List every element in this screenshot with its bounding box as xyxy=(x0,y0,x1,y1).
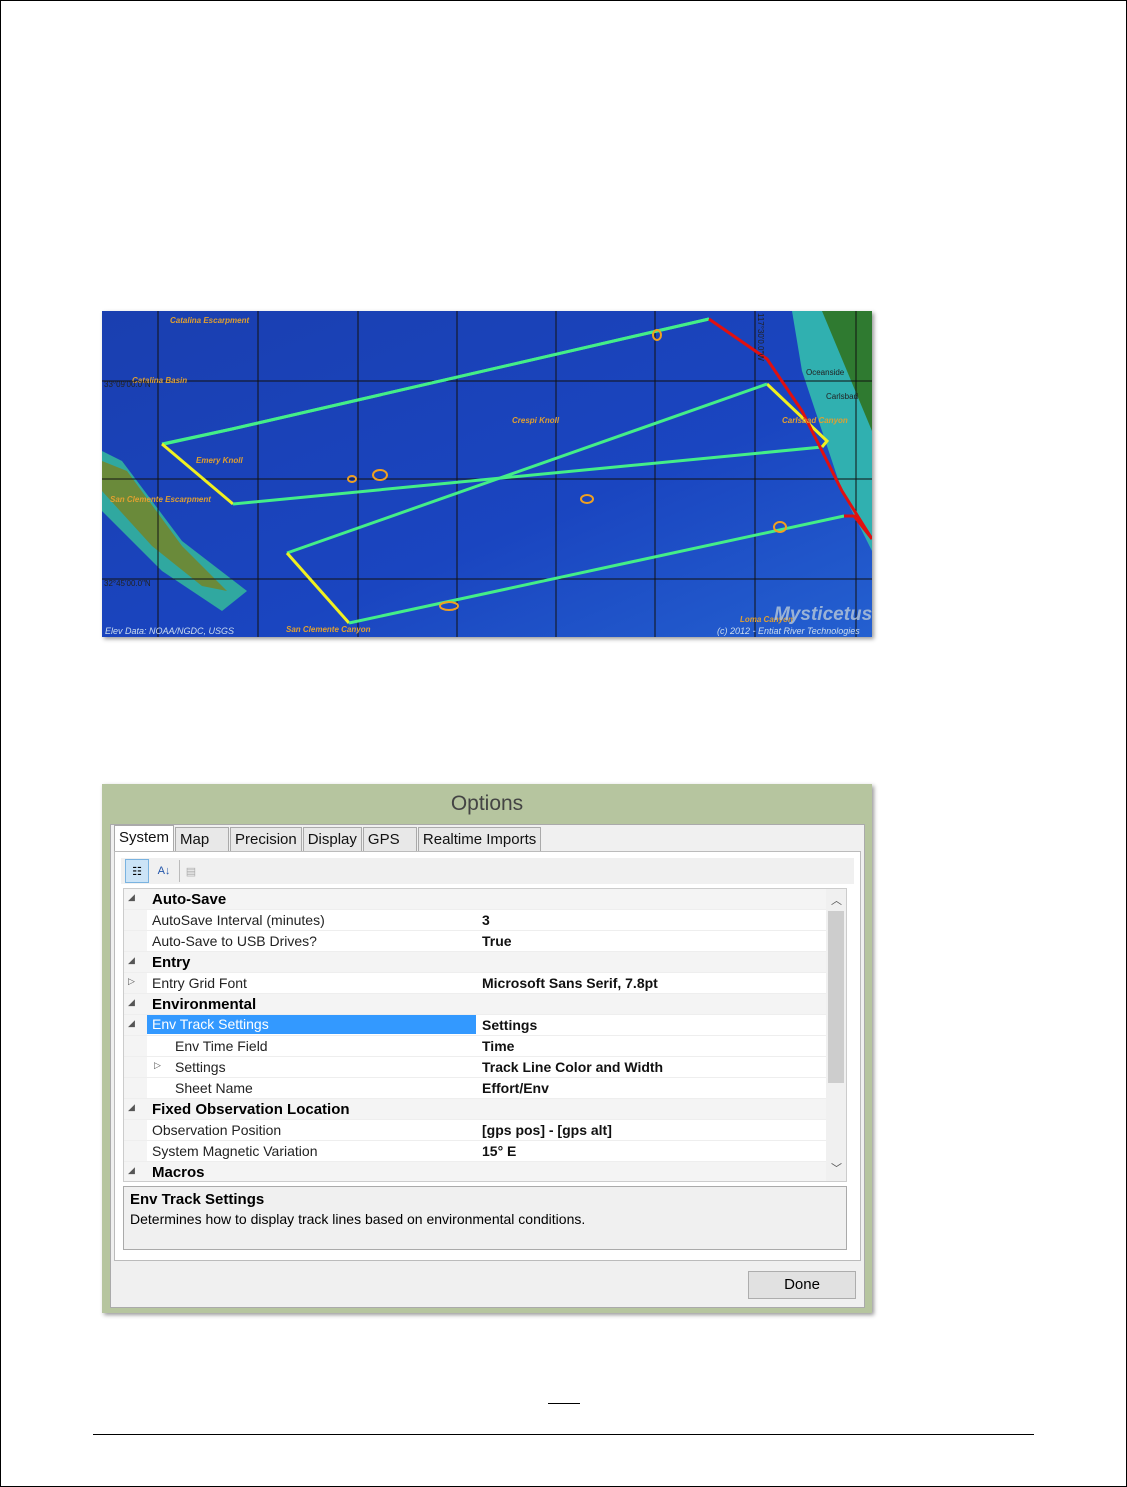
map-label: Carlsbad Canyon xyxy=(782,416,848,425)
map-label: Crespi Knoll xyxy=(512,416,560,425)
property-value[interactable]: Microsoft Sans Serif, 7.8pt xyxy=(482,975,658,991)
system-tab-panel: ☷ A↓ ▤ ◢ Auto-Save AutoSave Interval (minu… xyxy=(114,851,861,1261)
property-row[interactable]: Sheet Name Effort/Env xyxy=(124,1078,846,1099)
category-row[interactable]: ◢ Macros xyxy=(124,1162,846,1181)
collapse-arrow-icon[interactable]: ◢ xyxy=(128,955,142,966)
property-row[interactable]: System Magnetic Variation 15° E xyxy=(124,1141,846,1162)
description-text: Determines how to display track lines ba… xyxy=(130,1211,586,1227)
property-value[interactable]: [gps pos] - [gps alt] xyxy=(482,1122,612,1138)
footer-rule xyxy=(93,1434,1034,1435)
category-row[interactable]: ◢ Environmental xyxy=(124,994,846,1015)
property-pages-icon[interactable]: ▤ xyxy=(179,860,202,882)
tab-display[interactable]: Display xyxy=(302,827,362,851)
property-name: Macros xyxy=(152,1164,205,1181)
tab-precision[interactable]: Precision xyxy=(230,827,302,851)
property-row[interactable]: ▷ Settings Track Line Color and Width xyxy=(124,1057,846,1078)
row-gutter xyxy=(124,1141,147,1161)
row-gutter xyxy=(124,1120,147,1140)
collapse-arrow-icon[interactable]: ◢ xyxy=(128,1165,142,1176)
collapse-arrow-icon[interactable]: ◢ xyxy=(128,997,142,1008)
property-grid-toolbar: ☷ A↓ ▤ xyxy=(121,858,854,884)
mysticetus-watermark: Mysticetus xyxy=(774,604,872,625)
collapse-arrow-icon[interactable]: ◢ xyxy=(128,1102,142,1113)
lon-label: 117°30'0.0"W xyxy=(756,313,765,361)
property-name: Env Track Settings xyxy=(147,1015,476,1034)
property-value[interactable]: Time xyxy=(482,1038,514,1054)
property-name: System Magnetic Variation xyxy=(152,1143,318,1159)
tab-gps[interactable]: GPS xyxy=(362,827,417,851)
property-value[interactable]: Effort/Env xyxy=(482,1080,549,1096)
dialog-title: Options xyxy=(450,792,524,815)
property-value[interactable]: 15° E xyxy=(482,1143,516,1159)
property-value[interactable]: True xyxy=(482,933,512,949)
tab-map[interactable]: Map xyxy=(175,827,230,851)
map-label: Catalina Escarpment xyxy=(170,316,249,325)
category-row[interactable]: ◢ Auto-Save xyxy=(124,889,846,910)
property-value[interactable]: 3 xyxy=(482,912,490,928)
tab-strip: System Map Precision Display GPS Realtim… xyxy=(114,825,542,851)
property-row[interactable]: ▷ Entry Grid Font Microsoft Sans Serif, 7.… xyxy=(124,973,846,994)
map-label: San Clemente Canyon xyxy=(286,625,371,634)
collapse-arrow-icon[interactable]: ◢ xyxy=(128,1018,142,1029)
property-value[interactable]: Settings xyxy=(482,1017,537,1033)
property-name: AutoSave Interval (minutes) xyxy=(152,912,325,928)
vertical-scrollbar[interactable]: ︿ ﹀ xyxy=(826,889,846,1181)
town-label: Carlsbad xyxy=(826,392,858,401)
property-name: Settings xyxy=(175,1059,226,1075)
sort-az-icon[interactable]: A↓ xyxy=(153,860,175,882)
property-row[interactable]: ◢ Env Track Settings Settings xyxy=(124,1015,846,1036)
copyright-credit: (c) 2012 - Entiat River Technologies xyxy=(717,626,860,636)
description-pane: Env Track Settings Determines how to dis… xyxy=(123,1186,847,1250)
expand-arrow-icon[interactable]: ▷ xyxy=(128,976,142,987)
page-number-line xyxy=(548,1403,580,1404)
lat-label: 32°45'00.0"N xyxy=(104,579,151,588)
row-gutter xyxy=(124,1036,147,1056)
property-name: Entry Grid Font xyxy=(152,975,247,991)
category-row[interactable]: ◢ Fixed Observation Location xyxy=(124,1099,846,1120)
property-row[interactable]: AutoSave Interval (minutes) 3 xyxy=(124,910,846,931)
categorized-icon[interactable]: ☷ xyxy=(125,859,149,883)
town-label: Oceanside xyxy=(806,368,845,377)
done-button[interactable]: Done xyxy=(748,1271,856,1299)
row-gutter xyxy=(124,1078,147,1098)
property-name: Fixed Observation Location xyxy=(152,1101,350,1118)
options-dialog: Options System Map Precision Display GPS… xyxy=(102,784,872,1313)
row-gutter xyxy=(124,931,147,951)
map-label: San Clemente Escarpment xyxy=(110,495,211,504)
row-gutter xyxy=(124,910,147,930)
scroll-up-icon[interactable]: ︿ xyxy=(831,892,842,908)
map-label: Emery Knoll xyxy=(196,456,243,465)
property-name: Environmental xyxy=(152,996,257,1013)
collapse-arrow-icon[interactable]: ◢ xyxy=(128,892,142,903)
expand-arrow-icon[interactable]: ▷ xyxy=(154,1060,168,1071)
property-row[interactable]: Auto-Save to USB Drives? True xyxy=(124,931,846,952)
property-name: Observation Position xyxy=(152,1122,282,1138)
property-value[interactable]: Track Line Color and Width xyxy=(482,1059,663,1075)
description-title: Env Track Settings xyxy=(130,1191,265,1208)
property-row[interactable]: Observation Position [gps pos] - [gps alt… xyxy=(124,1120,846,1141)
lat-label: 33°09'00.0"N xyxy=(104,380,151,389)
category-row[interactable]: ◢ Entry xyxy=(124,952,846,973)
property-name: Entry xyxy=(152,954,191,971)
property-name: Auto-Save xyxy=(152,891,227,908)
row-gutter xyxy=(124,1057,147,1077)
scroll-down-icon[interactable]: ﹀ xyxy=(831,1160,842,1176)
property-name: Sheet Name xyxy=(175,1080,253,1096)
document-page: Catalina Escarpment Catalina Basin Emery… xyxy=(0,0,1127,1487)
scroll-thumb[interactable] xyxy=(828,911,844,1083)
property-row[interactable]: Env Time Field Time xyxy=(124,1036,846,1057)
survey-track-map: Catalina Escarpment Catalina Basin Emery… xyxy=(102,311,872,637)
tab-realtime-imports[interactable]: Realtime Imports xyxy=(417,827,542,851)
property-name: Env Time Field xyxy=(175,1038,268,1054)
elevation-credit: Elev Data: NOAA/NGDC, USGS xyxy=(105,626,234,636)
property-name: Auto-Save to USB Drives? xyxy=(152,933,317,949)
tab-system[interactable]: System xyxy=(114,825,175,851)
property-grid[interactable]: ◢ Auto-Save AutoSave Interval (minutes) 3 Au… xyxy=(123,888,847,1182)
